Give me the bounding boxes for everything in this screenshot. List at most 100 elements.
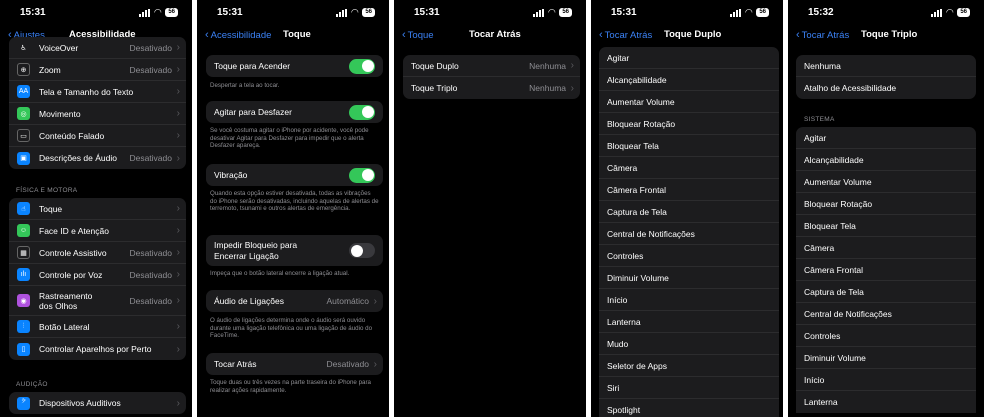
item-label: Descrições de Áudio (39, 153, 117, 163)
list-item-none[interactable]: Nenhuma (796, 55, 976, 77)
list-item[interactable]: Bloquear Tela (599, 135, 779, 157)
back-button[interactable]: ‹ Tocar Atrás (796, 29, 849, 41)
list-item-triple-tap[interactable]: Toque Triplo Nenhuma › (403, 77, 580, 99)
list-item[interactable]: Controles (796, 325, 976, 347)
status-time: 15:31 (217, 7, 243, 18)
list-item[interactable]: Lanterna (796, 391, 976, 413)
shake-undo-toggle[interactable] (349, 104, 375, 120)
chevron-left-icon: ‹ (205, 29, 209, 41)
list-item-hearing-devices[interactable]: 𝄢 Dispositivos Auditivos › (9, 392, 186, 414)
item-label: Conteúdo Falado (39, 130, 105, 141)
vibration-toggle[interactable] (349, 167, 375, 183)
chevron-right-icon: › (176, 321, 180, 332)
item-value: Desativado (129, 42, 172, 53)
list-item-display-text[interactable]: AA Tela e Tamanho do Texto › (9, 81, 186, 103)
nav-bar: ‹ Tocar Atrás Toque Triplo (788, 26, 984, 44)
list-item[interactable]: Câmera (599, 157, 779, 179)
item-label: VoiceOver (39, 42, 79, 53)
list-item-double-tap[interactable]: Toque Duplo Nenhuma › (403, 55, 580, 77)
list-item[interactable]: Central de Notificações (796, 303, 976, 325)
list-item-zoom[interactable]: ⊕ Zoom Desativado › (9, 59, 186, 81)
list-item[interactable]: Início (599, 289, 779, 311)
hearing-group: 𝄢 Dispositivos Auditivos › (9, 392, 186, 414)
list-item-face-id[interactable]: ☺ Face ID e Atenção › (9, 220, 186, 242)
list-item[interactable]: Alcançabilidade (796, 149, 976, 171)
vibration-group: Vibração (206, 164, 383, 186)
list-item[interactable]: Bloquear Rotação (796, 193, 976, 215)
item-label: Aumentar Volume (607, 96, 675, 107)
tap-to-wake-row: Toque para Acender (206, 55, 383, 77)
list-item[interactable]: Agitar (599, 47, 779, 69)
call-audio-row[interactable]: Áudio de Ligações Automático › (206, 290, 383, 312)
list-item-nearby-devices[interactable]: ▯ Controlar Aparelhos por Perto › (9, 338, 186, 360)
list-item-spoken-content[interactable]: ▭ Conteúdo Falado › (9, 125, 186, 147)
list-item-side-button[interactable]: ⫶ Botão Lateral › (9, 316, 186, 338)
back-tap-group: Tocar Atrás Desativado › (206, 353, 383, 375)
item-label: Controle por Voz (39, 269, 103, 280)
list-item-audio-descriptions[interactable]: ▣ Descrições de Áudio Desativado › (9, 147, 186, 169)
tap-to-wake-toggle[interactable] (349, 58, 375, 74)
item-label: Seletor de Apps (607, 360, 668, 371)
list-item[interactable]: Central de Notificações (599, 223, 779, 245)
list-item[interactable]: Início (796, 369, 976, 391)
status-bar: 15:32 ◠ 56 (788, 6, 984, 20)
list-item[interactable]: Captura de Tela (796, 281, 976, 303)
item-label: Captura de Tela (607, 206, 667, 217)
list-item[interactable]: Câmera Frontal (599, 179, 779, 201)
list-item[interactable]: Câmera (796, 237, 976, 259)
back-button[interactable]: ‹ Acessibilidade (205, 29, 271, 41)
list-item[interactable]: Câmera Frontal (796, 259, 976, 281)
item-label-line2: dos Olhos (39, 300, 78, 311)
back-button[interactable]: ‹ Tocar Atrás (599, 29, 652, 41)
battery-icon: 56 (559, 8, 572, 17)
wifi-icon: ◠ (351, 7, 359, 17)
status-time: 15:31 (414, 7, 440, 18)
list-item-touch[interactable]: ☝ Toque › (9, 198, 186, 220)
list-item[interactable]: Lanterna (599, 311, 779, 333)
list-item[interactable]: Bloquear Tela (796, 215, 976, 237)
status-bar: 15:31 ◠ 56 (394, 6, 586, 20)
list-item[interactable]: Aumentar Volume (796, 171, 976, 193)
list-item[interactable]: Agitar (796, 127, 976, 149)
item-label: Face ID e Atenção (39, 225, 109, 236)
screen-accessibility: 15:31 ◠ 56 ‹ Ajustes Acessibilidade ♿ Voic… (0, 0, 192, 417)
double-tap-actions-list: Agitar Alcançabilidade Aumentar Volume B… (599, 47, 779, 417)
list-item-accessibility-shortcut[interactable]: Atalho de Acessibilidade (796, 77, 976, 99)
prevent-lock-toggle[interactable] (349, 243, 375, 258)
list-item[interactable]: Alcançabilidade (599, 69, 779, 91)
back-tap-options-group: Toque Duplo Nenhuma › Toque Triplo Nenhuma › (403, 55, 580, 99)
list-item[interactable]: Spotlight (599, 399, 779, 417)
item-value: Desativado (129, 247, 172, 258)
item-label-line2: Encerrar Ligação (214, 250, 279, 261)
back-tap-row[interactable]: Tocar Atrás Desativado › (206, 353, 383, 375)
list-item[interactable]: Captura de Tela (599, 201, 779, 223)
list-item[interactable]: Seletor de Apps (599, 355, 779, 377)
list-item[interactable]: Mudo (599, 333, 779, 355)
status-bar: 15:31 ◠ 56 (197, 6, 389, 20)
list-item[interactable]: Diminuir Volume (599, 267, 779, 289)
status-time: 15:31 (611, 7, 637, 18)
item-label: Câmera (607, 162, 638, 173)
back-label: Tocar Atrás (604, 29, 653, 41)
chevron-right-icon: › (373, 295, 377, 307)
status-icons: ◠ 56 (931, 7, 970, 18)
list-item[interactable]: Diminuir Volume (796, 347, 976, 369)
list-item[interactable]: Siri (599, 377, 779, 399)
status-icons: ◠ 56 (730, 7, 769, 18)
shake-undo-group: Agitar para Desfazer (206, 101, 383, 123)
back-button[interactable]: ‹ Toque (402, 29, 434, 41)
list-item[interactable]: Bloquear Rotação (599, 113, 779, 135)
ear-icon: 𝄢 (17, 396, 30, 410)
list-item-motion[interactable]: ◎ Movimento › (9, 103, 186, 125)
list-item-voice-control[interactable]: ılı Controle por Voz Desativado › (9, 264, 186, 286)
list-item[interactable]: Aumentar Volume (599, 91, 779, 113)
item-value: Desativado (129, 153, 172, 163)
battery-icon: 56 (165, 8, 178, 17)
list-item[interactable]: Controles (599, 245, 779, 267)
voiceover-icon: ♿ (17, 41, 30, 54)
list-item-eye-tracking[interactable]: ◉ Rastreamento dos Olhos Desativado › (9, 286, 186, 316)
item-label: Câmera Frontal (607, 184, 667, 195)
item-label: Botão Lateral (39, 321, 90, 332)
list-item-switch-control[interactable]: ▦ Controle Assistivo Desativado › (9, 242, 186, 264)
list-item-voiceover[interactable]: ♿ VoiceOver Desativado › (9, 37, 186, 59)
